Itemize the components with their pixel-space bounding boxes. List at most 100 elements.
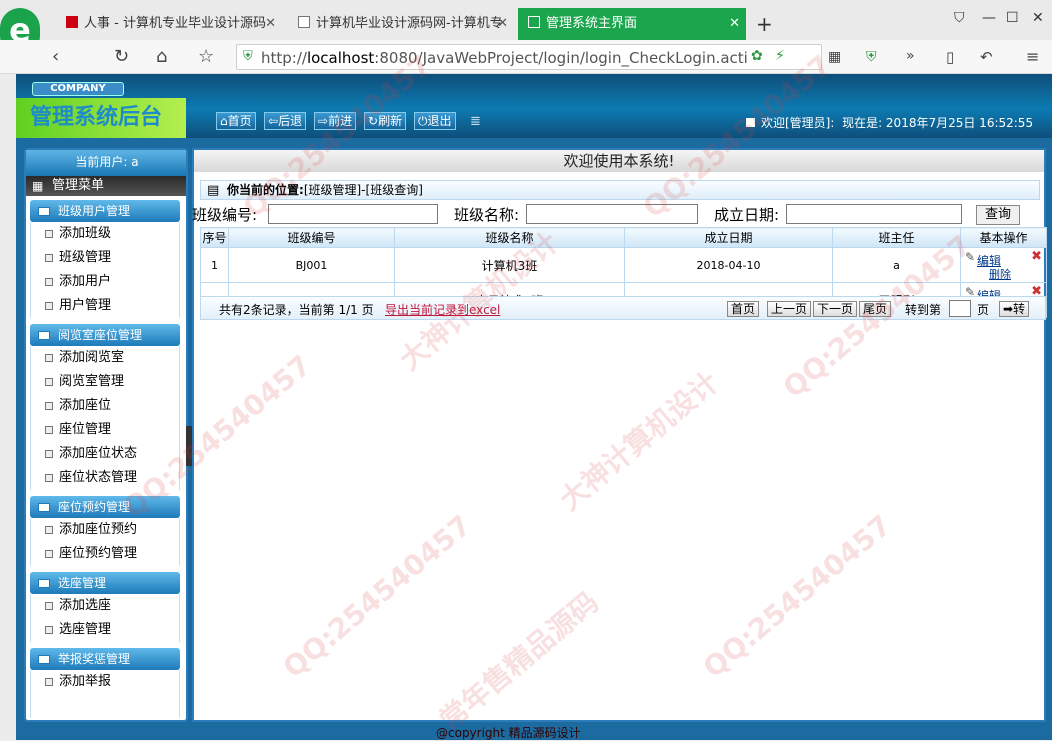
item-label: 座位状态管理	[59, 470, 138, 485]
sidebar-group-reading-room[interactable]: 阅览室座位管理	[30, 324, 180, 346]
class-no-input[interactable]	[268, 204, 438, 224]
current-time: 现在是: 2018年7月25日 16:52:55	[842, 116, 1034, 130]
star-icon[interactable]: ☆	[198, 46, 214, 67]
url-host: localhost	[306, 49, 375, 67]
item-label: 用户管理	[59, 298, 112, 313]
maximize-icon[interactable]: ☐	[1006, 10, 1019, 26]
sidebar-item-seat-status-manage[interactable]: 座位状态管理	[30, 466, 180, 490]
main-content: 欢迎使用本系统! ▤ 你当前的位置:[班级管理]-[班级查询] 班级编号: 班级名…	[192, 148, 1047, 722]
browser-tab-2[interactable]: 计算机毕业设计源码网-计算机专 ✕	[288, 8, 514, 40]
page-icon	[45, 550, 53, 558]
sidebar-group-report[interactable]: 举报奖惩管理	[30, 648, 180, 670]
browser-nav-bar: ‹ ↻ ⌂ ☆ ⛨ http://localhost:8080/JavaWebP…	[0, 40, 1052, 74]
cell-no: 1	[200, 247, 229, 283]
query-button[interactable]: 查询	[976, 205, 1020, 225]
extension-icon[interactable]: ✿	[751, 48, 763, 64]
cell-date: 2018-04-10	[624, 247, 833, 283]
sidebar-item-class-manage[interactable]: 班级管理	[30, 246, 180, 270]
apps-icon[interactable]: ▦	[828, 49, 841, 65]
more-extensions-icon[interactable]: »	[906, 48, 915, 64]
close-window-icon[interactable]: ✕	[1032, 10, 1044, 26]
class-no-label: 班级编号:	[192, 206, 258, 224]
item-label: 选座管理	[59, 622, 112, 637]
sidebar-item-add-reservation[interactable]: 添加座位预约	[30, 518, 180, 542]
url-text: http://localhost:8080/JavaWebProject/log…	[261, 49, 748, 67]
date-input[interactable]	[786, 204, 962, 224]
page-icon	[45, 450, 53, 458]
system-title: 管理系统后台	[16, 98, 186, 138]
go-button[interactable]: ➡转	[999, 301, 1030, 317]
first-page-button[interactable]: 首页	[727, 301, 760, 317]
folder-icon	[38, 207, 50, 216]
next-page-button[interactable]: 下一页	[813, 301, 858, 317]
minimize-icon[interactable]: —	[982, 10, 996, 26]
menu-icon[interactable]: ≡	[1026, 47, 1039, 66]
sidebar-item-room-manage[interactable]: 阅览室管理	[30, 370, 180, 394]
url-prefix: http://	[261, 49, 307, 67]
forward-button[interactable]: ⇨前进	[314, 112, 357, 130]
lightning-icon[interactable]: ⚡	[775, 48, 785, 64]
sidebar-group-class-user[interactable]: 班级用户管理	[30, 200, 180, 222]
sidebar-item-seat-manage[interactable]: 座位管理	[30, 418, 180, 442]
sidebar-item-user-manage[interactable]: 用户管理	[30, 294, 180, 318]
page-icon	[45, 678, 53, 686]
goto-page-input[interactable]	[949, 300, 971, 317]
logout-button[interactable]: ⏻退出	[414, 112, 456, 130]
cell-name: 计算机3班	[394, 247, 625, 283]
undo-icon[interactable]: ↶	[980, 48, 993, 66]
browser-tab-1[interactable]: 人事 - 计算机专业毕业设计源码 ✕	[56, 8, 282, 40]
sidebar-item-add-user[interactable]: 添加用户	[30, 270, 180, 294]
sidebar-item-add-seat[interactable]: 添加座位	[30, 394, 180, 418]
home-label: 首页	[227, 114, 252, 128]
sidebar-item-add-selection[interactable]: 添加选座	[30, 594, 180, 618]
item-label: 阅览室管理	[59, 374, 125, 389]
sidebar-item-add-room[interactable]: 添加阅览室	[30, 346, 180, 370]
export-excel-link[interactable]: 导出当前记录到excel	[385, 301, 500, 318]
sidebar-group-seat-select[interactable]: 选座管理	[30, 572, 180, 594]
delete-link[interactable]: 删除	[989, 266, 1011, 282]
new-tab-button[interactable]: +	[756, 12, 773, 36]
home-icon[interactable]: ⌂	[156, 46, 167, 67]
refresh-button[interactable]: ↻刷新	[364, 112, 407, 130]
date-label: 成立日期:	[714, 206, 780, 224]
item-label: 添加座位预约	[59, 522, 138, 537]
delete-x-icon[interactable]: ✖	[1031, 249, 1042, 264]
back-icon[interactable]: ‹	[52, 46, 59, 67]
page-favicon-icon	[298, 16, 310, 28]
last-page-button[interactable]: 尾页	[859, 301, 892, 317]
column-header: 班主任	[832, 227, 961, 248]
sidebar-item-reservation-manage[interactable]: 座位预约管理	[30, 542, 180, 566]
page-icon	[45, 402, 53, 410]
sidebar-group-reservation[interactable]: 座位预约管理	[30, 496, 180, 518]
close-tab-icon[interactable]: ✕	[265, 8, 276, 40]
reload-icon[interactable]: ↻	[114, 46, 129, 67]
shield-icon[interactable]: ⛨	[866, 49, 877, 65]
address-bar[interactable]: ⛨ http://localhost:8080/JavaWebProject/l…	[236, 44, 822, 70]
prev-page-button[interactable]: 上一页	[767, 301, 812, 317]
browser-tab-active[interactable]: 管理系统主界面 ✕	[518, 8, 746, 40]
page-icon	[45, 354, 53, 362]
position-value: [班级管理]-[班级查询]	[303, 183, 423, 197]
menu-toggle-icon[interactable]: ≣	[470, 114, 481, 129]
class-name-label: 班级名称:	[454, 206, 520, 224]
app-header: COMPANY 管理系统后台 ⌂首页 ⇦后退 ⇨前进 ↻刷新 ⏻退出 ≣ 欢迎[…	[16, 74, 1052, 138]
record-count: 共有2条记录，当前第 1/1 页	[219, 303, 374, 317]
column-header: 班级编号	[228, 227, 395, 248]
sidebar-item-add-report[interactable]: 添加举报	[30, 670, 180, 718]
goto-label: 转到第	[905, 303, 942, 317]
class-name-input[interactable]	[526, 204, 698, 224]
shirt-icon[interactable]: ⛉	[954, 10, 965, 26]
close-tab-icon[interactable]: ✕	[497, 8, 508, 40]
back-button[interactable]: ⇦后退	[264, 112, 307, 130]
column-header: 基本操作	[960, 227, 1047, 248]
sidebar-item-add-class[interactable]: 添加班级	[30, 222, 180, 246]
item-label: 添加举报	[59, 674, 112, 689]
tab-title: 管理系统主界面	[546, 16, 638, 31]
home-button[interactable]: ⌂首页	[216, 112, 256, 130]
sidebar-item-selection-manage[interactable]: 选座管理	[30, 618, 180, 642]
reading-mode-icon[interactable]: ▯	[946, 48, 954, 66]
company-logo: COMPANY	[32, 82, 124, 96]
sidebar-item-add-seat-status[interactable]: 添加座位状态	[30, 442, 180, 466]
close-tab-icon[interactable]: ✕	[729, 8, 740, 40]
window-icon: ▤	[207, 183, 220, 198]
